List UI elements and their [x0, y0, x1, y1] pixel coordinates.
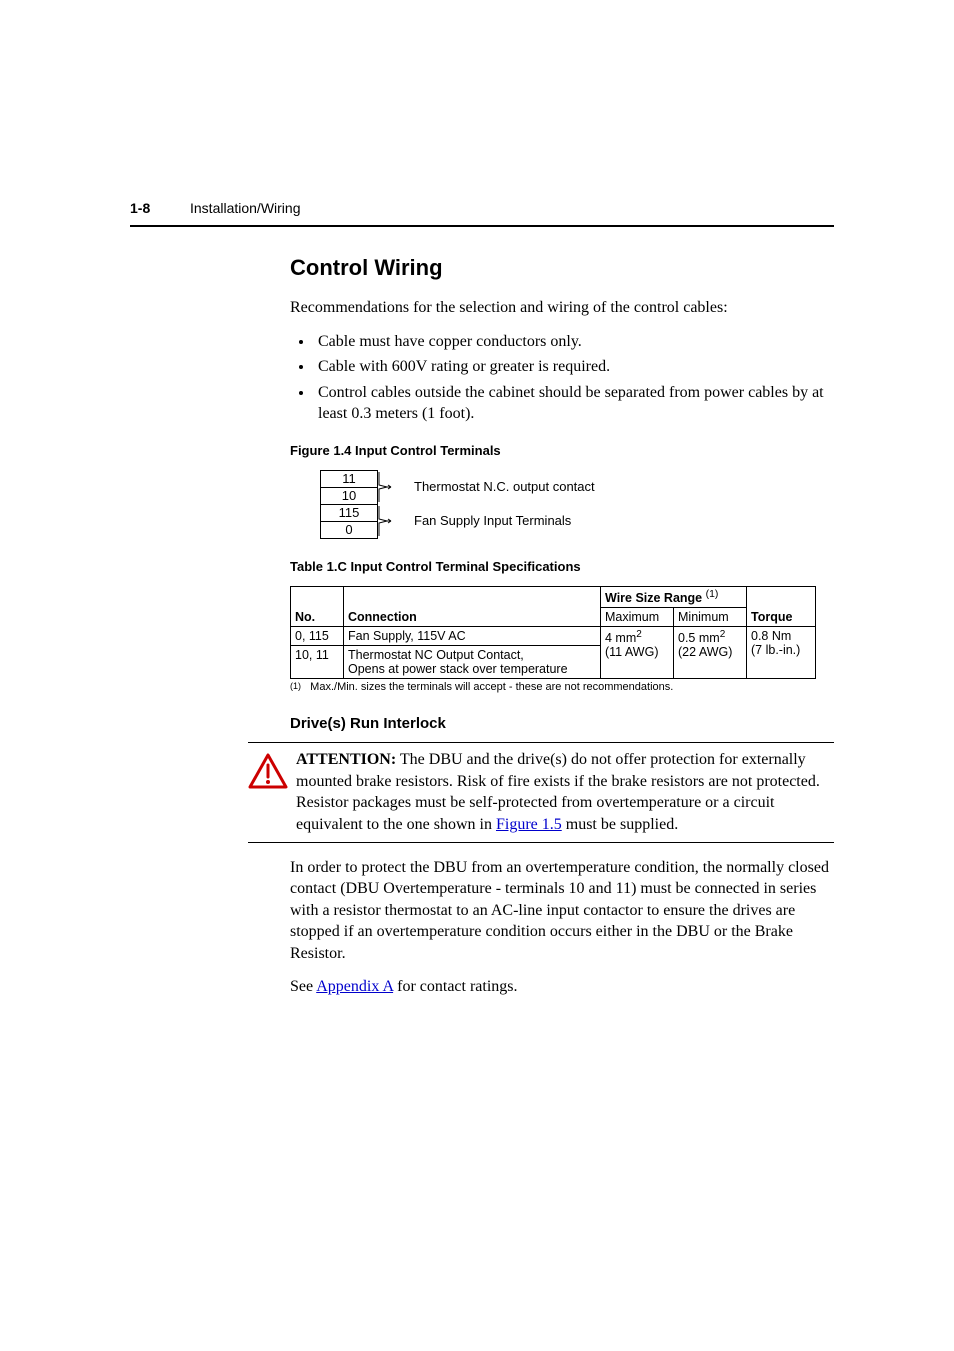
- list-item: Cable with 600V rating or greater is req…: [314, 356, 834, 378]
- spec-table: No. Connection Wire Size Range (1) Torqu…: [290, 586, 816, 679]
- intro-paragraph: Recommendations for the selection and wi…: [290, 297, 834, 319]
- figure-1-5-link[interactable]: Figure 1.5: [496, 816, 562, 833]
- col-connection: Connection: [348, 610, 417, 624]
- attention-label: ATTENTION:: [296, 751, 396, 768]
- col-no: No.: [295, 610, 315, 624]
- header-section-label: Installation/Wiring: [190, 200, 301, 216]
- see-pre: See: [290, 978, 316, 995]
- see-post: for contact ratings.: [393, 978, 517, 995]
- list-item: Cable must have copper conductors only.: [314, 331, 834, 353]
- figure-caption: Figure 1.4 Input Control Terminals: [290, 443, 834, 458]
- table-row: 0, 115 Fan Supply, 115V AC 4 mm2 (11 AWG…: [291, 627, 816, 646]
- bullet-list: Cable must have copper conductors only. …: [290, 331, 834, 425]
- table-caption: Table 1.C Input Control Terminal Specifi…: [290, 559, 834, 574]
- attention-text: ATTENTION: The DBU and the drive(s) do n…: [296, 749, 834, 835]
- terminal-cell: 115: [321, 504, 378, 521]
- paragraph-protect: In order to protect the DBU from an over…: [290, 857, 834, 965]
- cell-no: 10, 11: [291, 646, 344, 679]
- terminal-label-2: Fan Supply Input Terminals: [414, 513, 571, 528]
- list-item: Control cables outside the cabinet shoul…: [314, 382, 834, 425]
- bracket-icon: [378, 504, 392, 538]
- terminal-label-1: Thermostat N.C. output contact: [414, 479, 595, 494]
- cell-torque: 0.8 Nm (7 lb.-in.): [747, 627, 816, 679]
- section-title: Control Wiring: [290, 255, 834, 281]
- cell-min: 0.5 mm2 (22 AWG): [674, 627, 747, 679]
- header-rule: [130, 225, 834, 227]
- terminal-cell: 11: [321, 470, 378, 487]
- col-torque: Torque: [751, 610, 792, 624]
- col-minimum: Minimum: [674, 608, 747, 627]
- appendix-a-link[interactable]: Appendix A: [316, 978, 393, 995]
- cell-max: 4 mm2 (11 AWG): [601, 627, 674, 679]
- paragraph-see-appendix: See Appendix A for contact ratings.: [290, 976, 834, 998]
- terminal-cell: 10: [321, 487, 378, 504]
- page-number-bold: 1-8: [130, 200, 150, 216]
- cell-no: 0, 115: [291, 627, 344, 646]
- cell-conn: Fan Supply, 115V AC: [344, 627, 601, 646]
- terminal-cell: 0: [321, 521, 378, 538]
- cell-conn: Thermostat NC Output Contact, Opens at p…: [344, 646, 601, 679]
- terminal-diagram: 11 10 115 0: [320, 470, 378, 539]
- table-footnote: (1) Max./Min. sizes the terminals will a…: [290, 681, 834, 693]
- col-wire-range: Wire Size Range: [605, 591, 702, 605]
- page-number: 1-8: [130, 200, 150, 216]
- figure-1-4: 11 10 115 0: [320, 470, 834, 539]
- attention-body-2: must be supplied.: [562, 816, 678, 833]
- col-maximum: Maximum: [601, 608, 674, 627]
- footnote-text: Max./Min. sizes the terminals will accep…: [310, 681, 673, 693]
- warning-icon: [248, 753, 288, 794]
- attention-block: ATTENTION: The DBU and the drive(s) do n…: [248, 742, 834, 842]
- subheading: Drive(s) Run Interlock: [290, 715, 834, 732]
- bracket-icon: [378, 470, 392, 504]
- footnote-sup: (1): [290, 681, 301, 691]
- col-wire-sup: (1): [706, 589, 719, 600]
